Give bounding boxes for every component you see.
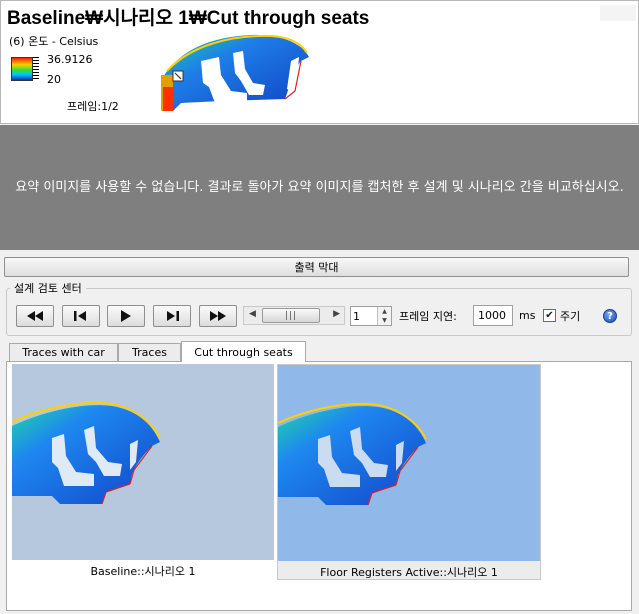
- tab-cut-through-seats[interactable]: Cut through seats: [181, 341, 306, 362]
- frame-delay-label: 프레임 지연:: [399, 310, 457, 323]
- play-icon: [121, 310, 131, 322]
- comparison-card-floor-registers[interactable]: Floor Registers Active::시나리오 1: [277, 364, 541, 580]
- frame-delay-input[interactable]: [473, 305, 513, 326]
- step-back-icon: [74, 311, 86, 321]
- card-caption: Floor Registers Active::시나리오 1: [320, 566, 498, 579]
- play-button[interactable]: [107, 305, 145, 327]
- slider-right-arrow-icon[interactable]: ▶: [333, 309, 340, 319]
- tab-traces[interactable]: Traces: [118, 343, 181, 361]
- design-review-group-label: 설계 검토 센터: [10, 280, 86, 296]
- step-forward-icon: [167, 311, 179, 321]
- skip-to-start-button[interactable]: [16, 305, 54, 327]
- quantity-label: (6) 온도 - Celsius: [9, 35, 99, 48]
- skip-to-end-icon: [210, 311, 226, 321]
- legend-min-value: 20: [47, 73, 61, 86]
- design-review-window: Baseline₩시나리오 1₩Cut through seats (6) 온도…: [0, 0, 639, 614]
- summary-preview: Baseline₩시나리오 1₩Cut through seats (6) 온도…: [0, 0, 639, 124]
- skip-to-end-button[interactable]: [199, 305, 237, 327]
- skip-to-start-icon: [27, 311, 43, 321]
- frame-slider[interactable]: ◀ ||| ▶: [243, 306, 345, 325]
- step-back-button[interactable]: [62, 305, 100, 327]
- help-icon[interactable]: ?: [603, 309, 617, 323]
- card-caption: Baseline::시나리오 1: [90, 565, 196, 578]
- cycle-label: 주기: [560, 310, 581, 323]
- step-forward-button[interactable]: [153, 305, 191, 327]
- baseline-result-image: [12, 364, 274, 560]
- frame-number-input[interactable]: [353, 309, 377, 323]
- cycle-checkbox[interactable]: ✔: [543, 309, 556, 322]
- comparison-card-baseline[interactable]: Baseline::시나리오 1: [12, 364, 276, 580]
- legend-ticks: [33, 57, 39, 81]
- spin-up-icon[interactable]: ▲: [378, 307, 391, 316]
- color-legend: [11, 57, 33, 81]
- spin-down-icon[interactable]: ▼: [378, 316, 391, 325]
- slider-left-arrow-icon[interactable]: ◀: [249, 309, 256, 319]
- frame-stepper-buttons[interactable]: ▲ ▼: [377, 307, 391, 325]
- output-bar-button[interactable]: 출력 막대: [4, 257, 629, 277]
- tab-traces-with-car[interactable]: Traces with car: [9, 343, 118, 361]
- page-title: Baseline₩시나리오 1₩Cut through seats: [7, 8, 370, 29]
- legend-max-value: 36.9126: [47, 53, 93, 66]
- frame-stepper[interactable]: ▲ ▼: [350, 306, 392, 326]
- summary-unavailable-message: 요약 이미지를 사용할 수 없습니다. 결과로 돌아가 요약 이미지를 캡처한 …: [0, 125, 639, 250]
- slider-thumb[interactable]: |||: [262, 308, 320, 323]
- car-section-thumbnail: [161, 34, 309, 111]
- ms-unit-label: ms: [519, 309, 536, 322]
- floor-registers-result-image: [278, 365, 540, 561]
- frame-counter: 프레임:1/2: [67, 100, 119, 113]
- top-corner-panel: [600, 5, 636, 21]
